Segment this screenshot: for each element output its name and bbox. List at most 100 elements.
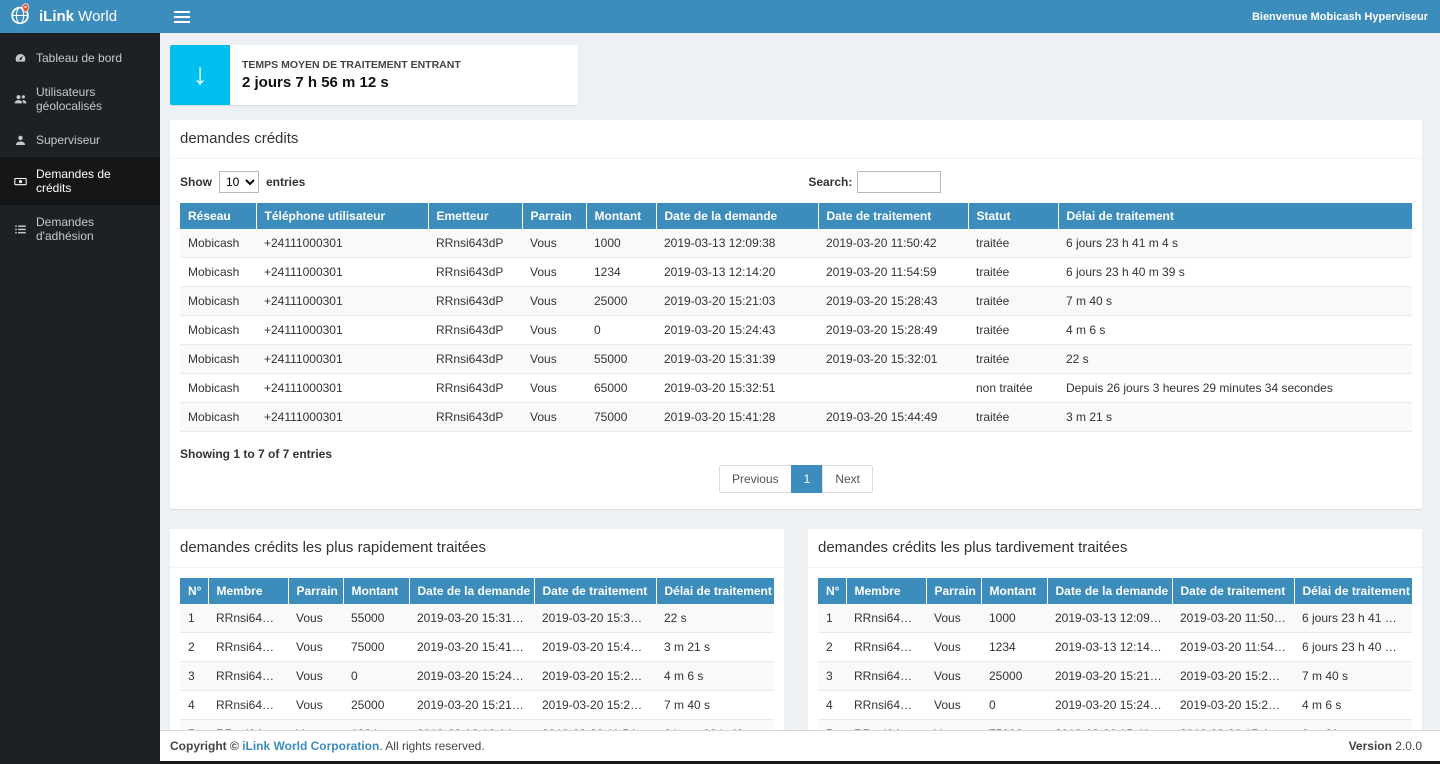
page-1-button[interactable]: 1 (791, 465, 824, 493)
version-label: Version (1349, 739, 1392, 753)
table-cell: 6 jours 23 h 40 m 39 s (656, 720, 774, 731)
table-cell: 2 (180, 633, 208, 662)
company-link[interactable]: iLink World Corporation (242, 739, 379, 753)
sidebar-toggle-button[interactable] (160, 0, 204, 33)
table-row: 5RRnsi643dPVous750002019-03-20 15:41:282… (818, 720, 1412, 731)
table-cell: Vous (926, 720, 981, 731)
column-header[interactable]: Emetteur (428, 203, 522, 229)
table-cell: 2019-03-20 15:31:39 (409, 604, 534, 633)
column-header[interactable]: Date de la demande (409, 578, 534, 604)
table-cell: 25000 (586, 287, 656, 316)
table-cell: 7 m 40 s (656, 691, 774, 720)
table-cell: 1 (818, 604, 846, 633)
welcome-text: Bienvenue Mobicash Hyperviseur (1252, 11, 1440, 23)
table-cell: 25000 (981, 662, 1047, 691)
column-header[interactable]: Montant (981, 578, 1047, 604)
table-cell: Mobicash (180, 403, 256, 432)
table-cell: RRnsi643dP (846, 633, 926, 662)
table-cell: RRnsi643dP (428, 374, 522, 403)
table-cell: 1000 (981, 604, 1047, 633)
footer: Copyright © iLink World Corporation. All… (160, 730, 1440, 761)
table-row: 3RRnsi643dPVous02019-03-20 15:24:432019-… (180, 662, 774, 691)
sidebar-item-tableau-de-bord[interactable]: Tableau de bord (0, 41, 160, 75)
credits-table-head: RéseauTéléphone utilisateurEmetteurParra… (180, 203, 1412, 229)
table-row: Mobicash+24111000301RRnsi643dPVous750002… (180, 403, 1412, 432)
table-cell: RRnsi643dP (846, 662, 926, 691)
sidebar-item-superviseur[interactable]: Superviseur (0, 123, 160, 157)
previous-page-button[interactable]: Previous (719, 465, 792, 493)
copyright-text: Copyright © iLink World Corporation. All… (170, 739, 485, 753)
table-cell: 3 m 21 s (1294, 720, 1412, 731)
table-cell: +24111000301 (256, 258, 428, 287)
table-row: 1RRnsi643dPVous10002019-03-13 12:09:3820… (818, 604, 1412, 633)
brand[interactable]: iLink World (0, 0, 160, 33)
table-cell: 2019-03-20 15:28:43 (534, 691, 656, 720)
credits-table: RéseauTéléphone utilisateurEmetteurParra… (180, 203, 1412, 432)
column-header[interactable]: Montant (586, 203, 656, 229)
table-cell: 2019-03-20 15:32:01 (534, 604, 656, 633)
sidebar-item-demandes-de-credits[interactable]: Demandes de crédits (0, 157, 160, 205)
bottom-panels-row: demandes crédits les plus rapidement tra… (170, 529, 1422, 730)
table-cell: 5 (180, 720, 208, 731)
column-header[interactable]: Date de la demande (1047, 578, 1172, 604)
brand-name: iLink World (39, 8, 117, 25)
table-cell: RRnsi643dP (208, 633, 288, 662)
column-header[interactable]: Date de traitement (1172, 578, 1294, 604)
table-row: Mobicash+24111000301RRnsi643dPVous550002… (180, 345, 1412, 374)
table-cell: traitée (968, 316, 1058, 345)
table-cell: 1234 (586, 258, 656, 287)
table-cell: non traitée (968, 374, 1058, 403)
entries-select[interactable]: 10 (219, 171, 259, 193)
next-page-button[interactable]: Next (822, 465, 873, 493)
table-cell: Mobicash (180, 229, 256, 258)
table-cell: Mobicash (180, 345, 256, 374)
column-header[interactable]: Réseau (180, 203, 256, 229)
table-cell: Vous (522, 403, 586, 432)
table-row: 5RRnsi643dPVous12342019-03-13 12:14:2020… (180, 720, 774, 731)
credits-panel-body: Show 10 entries Search: (170, 159, 1422, 509)
fastest-table-body: 1RRnsi643dPVous550002019-03-20 15:31:392… (180, 604, 774, 730)
column-header[interactable]: N° (180, 578, 208, 604)
column-header[interactable]: Délai de traitement (656, 578, 774, 604)
show-entries-control: Show 10 entries (180, 171, 305, 193)
table-cell: 2 (818, 633, 846, 662)
slowest-table: N°MembreParrainMontantDate de la demande… (818, 578, 1412, 730)
table-cell: traitée (968, 345, 1058, 374)
column-header[interactable]: Téléphone utilisateur (256, 203, 428, 229)
column-header[interactable]: Délai de traitement (1294, 578, 1412, 604)
column-header[interactable]: N° (818, 578, 846, 604)
column-header[interactable]: Membre (846, 578, 926, 604)
table-cell: RRnsi643dP (428, 316, 522, 345)
column-header[interactable]: Délai de traitement (1058, 203, 1412, 229)
table-cell: Vous (522, 287, 586, 316)
sidebar-item-utilisateurs-geolocalises[interactable]: Utilisateurs géolocalisés (0, 75, 160, 123)
column-header[interactable]: Parrain (288, 578, 343, 604)
table-cell: RRnsi643dP (428, 403, 522, 432)
column-header[interactable]: Montant (343, 578, 409, 604)
table-cell: 22 s (656, 604, 774, 633)
sidebar-item-demandes-adhesion[interactable]: Demandes d'adhésion (0, 205, 160, 253)
table-cell: 65000 (586, 374, 656, 403)
column-header[interactable]: Membre (208, 578, 288, 604)
column-header[interactable]: Statut (968, 203, 1058, 229)
table-cell: 2019-03-20 15:44:49 (534, 633, 656, 662)
column-header[interactable]: Parrain (926, 578, 981, 604)
table-row: 1RRnsi643dPVous550002019-03-20 15:31:392… (180, 604, 774, 633)
version-value: 2.0.0 (1395, 739, 1422, 753)
table-row: 2RRnsi643dPVous750002019-03-20 15:41:282… (180, 633, 774, 662)
table-cell: 0 (981, 691, 1047, 720)
table-cell: 5 (818, 720, 846, 731)
table-cell: +24111000301 (256, 229, 428, 258)
table-row: 2RRnsi643dPVous12342019-03-13 12:14:2020… (818, 633, 1412, 662)
column-header[interactable]: Parrain (522, 203, 586, 229)
search-input[interactable] (857, 171, 941, 193)
table-cell: 75000 (586, 403, 656, 432)
table-cell: Vous (288, 720, 343, 731)
table-cell: RRnsi643dP (208, 604, 288, 633)
column-header[interactable]: Date de traitement (534, 578, 656, 604)
slowest-table-head: N°MembreParrainMontantDate de la demande… (818, 578, 1412, 604)
column-header[interactable]: Date de la demande (656, 203, 818, 229)
table-cell: Vous (288, 691, 343, 720)
brand-logo-icon (9, 3, 32, 31)
column-header[interactable]: Date de traitement (818, 203, 968, 229)
